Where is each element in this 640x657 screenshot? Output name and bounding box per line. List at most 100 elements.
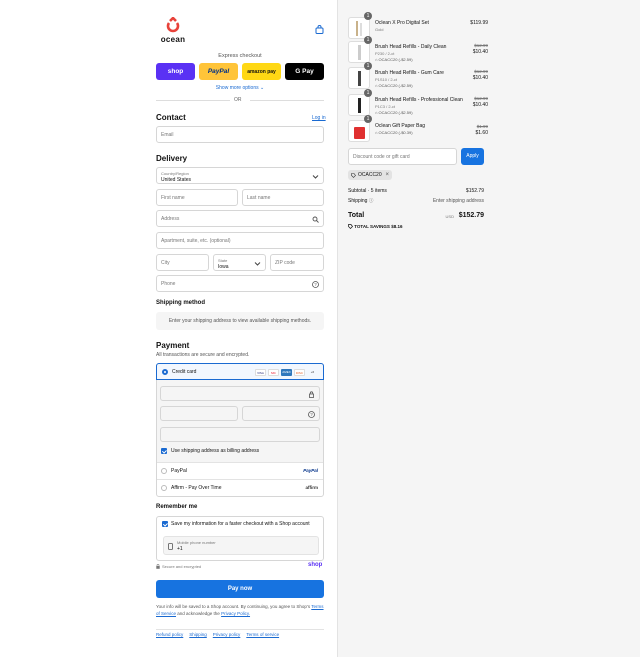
subtotal-row: Subtotal · 5 items $152.79: [348, 188, 484, 194]
affirm-logo-icon: affirm: [305, 485, 318, 490]
mastercard-icon: MC: [268, 369, 279, 376]
privacy-link[interactable]: Privacy Policy.: [221, 611, 250, 616]
product-price: $10.40: [472, 75, 488, 81]
phone-placeholder: Phone: [161, 281, 176, 287]
billing-same-checkbox[interactable]: [161, 448, 167, 454]
first-name-field[interactable]: First name: [156, 189, 238, 206]
payment-heading: Payment: [156, 341, 190, 350]
quantity-badge: 1: [364, 36, 372, 44]
security-code-field[interactable]: ?: [242, 406, 320, 421]
paypal-logo-icon: PayPal: [303, 468, 318, 473]
affirm-option[interactable]: Affirm - Pay Over Time affirm: [157, 479, 323, 496]
footer-links: Refund policy Shipping Privacy policy Te…: [156, 632, 279, 637]
discount-chip: OCACC20 ×: [348, 170, 392, 180]
product-image: [348, 94, 370, 116]
currency-label: USD: [445, 214, 454, 219]
mobile-phone-field[interactable]: Mobile phone number +1: [163, 536, 319, 555]
show-more-options-link[interactable]: Show more options ⌄: [156, 85, 324, 91]
product-name: Brush Head Refills - Gum Care: [375, 70, 444, 76]
lock-icon: [156, 564, 160, 569]
amazon-pay-button[interactable]: amazon pay: [242, 63, 281, 80]
billing-same-label: Use shipping address as billing address: [171, 448, 260, 454]
refund-policy-link[interactable]: Refund policy: [156, 632, 183, 637]
ocean-logo-icon: [166, 17, 180, 33]
address-field[interactable]: Address: [156, 210, 324, 227]
chevron-down-icon: [312, 175, 319, 179]
total-savings-label: TOTAL SAVINGS: [354, 224, 390, 229]
delivery-heading: Delivery: [156, 154, 188, 163]
more-cards-label: +6: [310, 370, 315, 374]
last-name-field[interactable]: Last name: [242, 189, 324, 206]
shipping-method-heading: Shipping method: [156, 300, 205, 306]
total-label: Total: [348, 212, 365, 219]
or-label: OR: [234, 97, 242, 103]
shipping-value: Enter shipping address: [432, 198, 484, 204]
lock-icon: [309, 391, 314, 398]
card-number-field[interactable]: [160, 386, 320, 401]
discount-tag: ⌂ OCACC20 (-$2.59): [375, 110, 413, 115]
product-image: [348, 120, 370, 142]
help-icon[interactable]: ?: [312, 281, 319, 288]
discount-tag: ⌂ OCACC20 (-$0.39): [375, 130, 413, 135]
paypal-button[interactable]: PayPal: [199, 63, 238, 80]
zip-placeholder: ZIP code: [275, 260, 295, 266]
apartment-field[interactable]: Apartment, suite, etc. (optional): [156, 232, 324, 249]
shop-logo-icon: shop: [308, 562, 323, 568]
product-price: $119.99: [470, 20, 488, 26]
apartment-placeholder: Apartment, suite, etc. (optional): [161, 238, 231, 244]
product-variant: P230 / 2-ct: [375, 51, 395, 56]
paypal-option[interactable]: PayPal PayPal: [157, 462, 323, 479]
help-icon[interactable]: ⓘ: [369, 198, 374, 203]
express-checkout-label: Express checkout: [218, 53, 262, 59]
country-value: United States: [161, 177, 192, 183]
country-select[interactable]: Country/Region United States: [156, 167, 324, 184]
secure-encrypted-label: Secure and encrypted: [162, 564, 202, 569]
discount-code-input[interactable]: Discount code or gift card: [348, 148, 457, 165]
paypal-radio[interactable]: [161, 468, 167, 474]
discount-chip-label: OCACC20: [358, 172, 382, 178]
svg-text:?: ?: [314, 282, 317, 287]
shipping-label: Shipping: [348, 198, 368, 204]
footer-divider: [156, 629, 324, 630]
quantity-badge: 1: [364, 115, 372, 123]
credit-card-label: Credit card: [172, 369, 197, 375]
product-price: $10.40: [472, 49, 488, 55]
zip-field[interactable]: ZIP code: [270, 254, 324, 271]
pay-now-button[interactable]: Pay now: [156, 580, 324, 598]
privacy-policy-link[interactable]: Privacy policy: [213, 632, 241, 637]
shop-pay-button[interactable]: shop: [156, 63, 195, 80]
credit-card-option[interactable]: Credit card VISA MC AMEX DISC +6: [156, 363, 324, 380]
product-variant: P1S10 / 2-ct: [375, 77, 398, 82]
state-label: State: [218, 258, 228, 263]
login-link[interactable]: Log in: [312, 115, 326, 121]
product-variant: P1C3 / 2-ct: [375, 104, 396, 109]
city-field[interactable]: City: [156, 254, 209, 271]
affirm-radio[interactable]: [161, 485, 167, 491]
remember-me-box: Save my information for a faster checkou…: [156, 516, 324, 561]
discount-tag: ⌂ OCACC20 (-$2.59): [375, 83, 413, 88]
remember-me-heading: Remember me: [156, 504, 198, 510]
email-field[interactable]: Email: [156, 126, 324, 143]
remove-discount-icon[interactable]: ×: [385, 170, 389, 180]
state-select[interactable]: State Iowa: [213, 254, 266, 271]
name-on-card-field[interactable]: [160, 427, 320, 442]
address-placeholder: Address: [161, 216, 180, 222]
shipping-link[interactable]: Shipping: [189, 632, 207, 637]
discover-icon: DISC: [294, 369, 305, 376]
shopping-bag-icon[interactable]: [315, 25, 324, 34]
credit-card-radio[interactable]: [162, 369, 168, 375]
product-name: Oclean X Pro Digital Set: [375, 20, 429, 26]
subtotal-label: Subtotal · 5 items: [348, 188, 387, 194]
google-pay-button[interactable]: G Pay: [285, 63, 324, 80]
help-icon[interactable]: ?: [308, 411, 315, 418]
expiration-field[interactable]: [160, 406, 238, 421]
product-image: [348, 41, 370, 63]
apply-button[interactable]: Apply: [461, 148, 484, 165]
phone-field[interactable]: Phone ?: [156, 275, 324, 292]
discount-tag: ⌂ OCACC20 (-$2.59): [375, 57, 413, 62]
amex-icon: AMEX: [281, 369, 292, 376]
save-info-checkbox[interactable]: [162, 521, 168, 527]
save-info-label: Save my information for a faster checkou…: [171, 521, 310, 527]
chevron-down-icon: [254, 262, 261, 266]
terms-of-service-link[interactable]: Terms of service: [246, 632, 279, 637]
